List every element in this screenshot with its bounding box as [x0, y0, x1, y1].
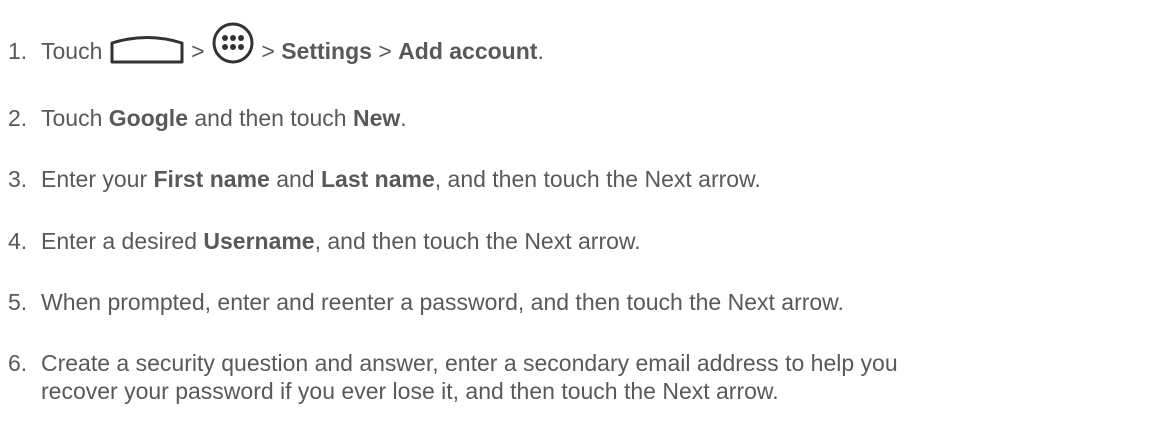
step-number: 3. — [8, 166, 28, 192]
step-text: , and then touch the Next arrow. — [434, 166, 761, 192]
new-label: New — [352, 105, 401, 131]
step-text: and — [276, 166, 315, 192]
first-name-label: First name — [153, 166, 270, 192]
step-number: 4. — [8, 228, 28, 254]
step-4: 4. Enter a desired Username, and then tou… — [8, 227, 1146, 255]
google-label: Google — [108, 105, 188, 131]
step-text: , and then touch the Next arrow. — [314, 228, 641, 254]
step-text: Touch — [41, 38, 103, 65]
separator: > — [191, 38, 205, 65]
step-number: 6. — [8, 350, 28, 376]
last-name-label: Last name — [320, 166, 435, 192]
step-text: recover your password if you ever lose i… — [41, 378, 779, 404]
step-text: Enter your — [41, 166, 148, 192]
add-account-label: Add account — [398, 38, 538, 65]
separator: > — [378, 38, 392, 65]
step-text: and then touch — [194, 105, 347, 131]
step-6: 6. Create a security question and answer,… — [8, 349, 1146, 377]
step-3: 3. Enter your First name and Last name, a… — [8, 165, 1146, 193]
separator: > — [261, 38, 275, 65]
step-1: 1. Touch > > Settings > Add account. — [8, 22, 1146, 75]
home-icon — [110, 36, 184, 64]
settings-label: Settings — [281, 38, 372, 65]
all-apps-icon — [212, 22, 254, 64]
username-label: Username — [203, 228, 315, 254]
punctuation: . — [537, 38, 544, 65]
step-6-continuation: recover your password if you ever lose i… — [41, 377, 779, 405]
step-number: 1. — [8, 38, 28, 65]
punctuation: . — [400, 105, 407, 131]
step-5: 5. When prompted, enter and reenter a pas… — [8, 288, 1146, 316]
step-text: Create a security question and answer, e… — [41, 350, 898, 376]
step-2: 2. Touch Google and then touch New. — [8, 104, 1146, 132]
step-text: When prompted, enter and reenter a passw… — [41, 289, 844, 315]
step-text: Touch — [41, 105, 103, 131]
step-text: Enter a desired — [41, 228, 197, 254]
step-number: 2. — [8, 105, 28, 131]
step-number: 5. — [8, 289, 28, 315]
